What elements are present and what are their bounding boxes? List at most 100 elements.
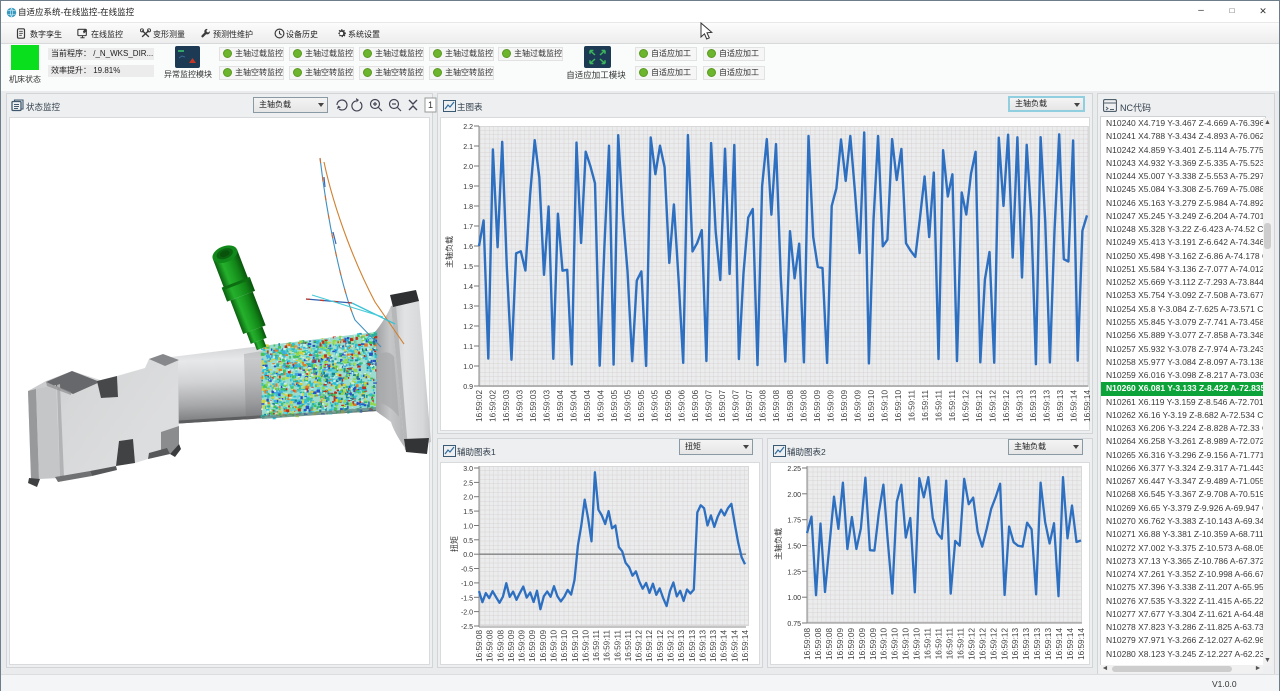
svg-text:16:59:03: 16:59:03: [529, 390, 538, 422]
svg-text:16:59:12: 16:59:12: [975, 390, 984, 422]
svg-text:0.9: 0.9: [463, 384, 473, 391]
svg-text:1.4: 1.4: [463, 284, 473, 291]
svg-text:16:59:10: 16:59:10: [880, 628, 889, 660]
svg-text:2.5: 2.5: [463, 480, 473, 487]
svg-text:16:59:11: 16:59:11: [624, 630, 633, 662]
svg-text:1.3: 1.3: [463, 304, 473, 311]
svg-text:16:59:09: 16:59:09: [518, 630, 527, 662]
svg-text:16:59:06: 16:59:06: [678, 390, 687, 422]
svg-text:16:59:13: 16:59:13: [1043, 390, 1052, 422]
svg-text:2.25: 2.25: [787, 466, 801, 473]
svg-text:16:59:11: 16:59:11: [935, 628, 944, 660]
svg-text:16:59:09: 16:59:09: [507, 630, 516, 662]
svg-text:16:59:11: 16:59:11: [603, 630, 612, 662]
svg-text:16:59:11: 16:59:11: [948, 390, 957, 422]
svg-text:16:59:14: 16:59:14: [741, 630, 750, 662]
svg-text:1.7: 1.7: [463, 224, 473, 231]
svg-text:16:59:05: 16:59:05: [637, 390, 646, 422]
svg-text:16:59:08: 16:59:08: [786, 390, 795, 422]
svg-text:16:59:02: 16:59:02: [475, 390, 484, 422]
svg-text:-2.0: -2.0: [461, 610, 473, 617]
svg-text:2.2: 2.2: [463, 124, 473, 131]
svg-text:1.9: 1.9: [463, 184, 473, 191]
svg-text:16:59:04: 16:59:04: [570, 390, 579, 422]
svg-text:16:59:03: 16:59:03: [516, 390, 525, 422]
svg-text:16:59:06: 16:59:06: [664, 390, 673, 422]
svg-text:16:59:13: 16:59:13: [1015, 390, 1024, 422]
svg-text:16:59:13: 16:59:13: [709, 630, 718, 662]
svg-text:16:59:03: 16:59:03: [543, 390, 552, 422]
svg-text:16:59:08: 16:59:08: [772, 390, 781, 422]
svg-text:主轴负载: 主轴负载: [773, 528, 783, 560]
svg-text:1.0: 1.0: [463, 524, 473, 531]
svg-text:16:59:14: 16:59:14: [730, 630, 739, 662]
svg-text:16:59:10: 16:59:10: [560, 630, 569, 662]
svg-text:16:59:12: 16:59:12: [656, 630, 665, 662]
svg-text:2.0: 2.0: [463, 164, 473, 171]
svg-text:16:59:08: 16:59:08: [759, 390, 768, 422]
svg-text:16:59:04: 16:59:04: [597, 390, 606, 422]
svg-text:-0.5: -0.5: [461, 567, 473, 574]
svg-text:16:59:08: 16:59:08: [475, 630, 484, 662]
svg-text:16:59:02: 16:59:02: [489, 390, 498, 422]
svg-text:16:59:10: 16:59:10: [867, 390, 876, 422]
svg-text:16:59:12: 16:59:12: [1002, 390, 1011, 422]
svg-text:16:59:13: 16:59:13: [1033, 628, 1042, 660]
svg-text:16:59:10: 16:59:10: [571, 630, 580, 662]
svg-text:16:59:10: 16:59:10: [891, 628, 900, 660]
svg-text:-1.0: -1.0: [461, 581, 473, 588]
svg-text:16:59:13: 16:59:13: [1022, 628, 1031, 660]
svg-text:16:59:12: 16:59:12: [988, 390, 997, 422]
svg-text:1.8: 1.8: [463, 204, 473, 211]
svg-text:16:59:13: 16:59:13: [1029, 390, 1038, 422]
svg-text:16:59:13: 16:59:13: [1044, 628, 1053, 660]
svg-text:16:59:13: 16:59:13: [698, 630, 707, 662]
svg-text:0.0: 0.0: [463, 552, 473, 559]
svg-text:16:59:12: 16:59:12: [978, 628, 987, 660]
svg-text:16:59:11: 16:59:11: [613, 630, 622, 662]
svg-text:16:59:09: 16:59:09: [853, 390, 862, 422]
svg-text:16:59:07: 16:59:07: [705, 390, 714, 422]
svg-text:16:59:05: 16:59:05: [624, 390, 633, 422]
svg-text:16:59:07: 16:59:07: [732, 390, 741, 422]
svg-text:1.5: 1.5: [463, 264, 473, 271]
svg-text:2.00: 2.00: [787, 492, 801, 499]
svg-text:1: 1: [428, 100, 433, 110]
svg-text:16:59:13: 16:59:13: [1056, 390, 1065, 422]
svg-text:16:59:09: 16:59:09: [858, 628, 867, 660]
svg-text:16:59:11: 16:59:11: [924, 628, 933, 660]
svg-text:16:59:09: 16:59:09: [847, 628, 856, 660]
svg-text:16:59:09: 16:59:09: [869, 628, 878, 660]
svg-text:16:59:12: 16:59:12: [967, 628, 976, 660]
svg-text:16:59:12: 16:59:12: [989, 628, 998, 660]
svg-text:0.75: 0.75: [787, 621, 801, 628]
svg-text:16:59:14: 16:59:14: [720, 630, 729, 662]
svg-text:16:59:09: 16:59:09: [826, 390, 835, 422]
svg-text:16:59:10: 16:59:10: [880, 390, 889, 422]
svg-text:16:59:03: 16:59:03: [502, 390, 511, 422]
svg-text:1.25: 1.25: [787, 569, 801, 576]
svg-text:2.0: 2.0: [463, 495, 473, 502]
svg-text:1.0: 1.0: [463, 364, 473, 371]
svg-text:16:59:07: 16:59:07: [745, 390, 754, 422]
svg-text:16:59:10: 16:59:10: [894, 390, 903, 422]
svg-text:16:59:05: 16:59:05: [651, 390, 660, 422]
svg-text:16:59:12: 16:59:12: [635, 630, 644, 662]
svg-text:16:59:14: 16:59:14: [1055, 628, 1064, 660]
svg-text:16:59:12: 16:59:12: [1000, 628, 1009, 660]
svg-text:16:59:12: 16:59:12: [667, 630, 676, 662]
svg-text:1.50: 1.50: [787, 544, 801, 551]
svg-text:16:59:08: 16:59:08: [803, 628, 812, 660]
svg-text:扭矩: 扭矩: [449, 536, 459, 552]
svg-text:16:59:06: 16:59:06: [691, 390, 700, 422]
svg-text:16:59:09: 16:59:09: [840, 390, 849, 422]
svg-text:16:59:13: 16:59:13: [688, 630, 697, 662]
svg-text:1.1: 1.1: [463, 344, 473, 351]
svg-text:16:59:14: 16:59:14: [1066, 628, 1075, 660]
svg-text:1.00: 1.00: [787, 595, 801, 602]
svg-text:16:59:08: 16:59:08: [825, 628, 834, 660]
svg-text:16:59:10: 16:59:10: [902, 628, 911, 660]
svg-text:1.75: 1.75: [787, 518, 801, 525]
svg-text:16:59:05: 16:59:05: [610, 390, 619, 422]
svg-text:1.6: 1.6: [463, 244, 473, 251]
